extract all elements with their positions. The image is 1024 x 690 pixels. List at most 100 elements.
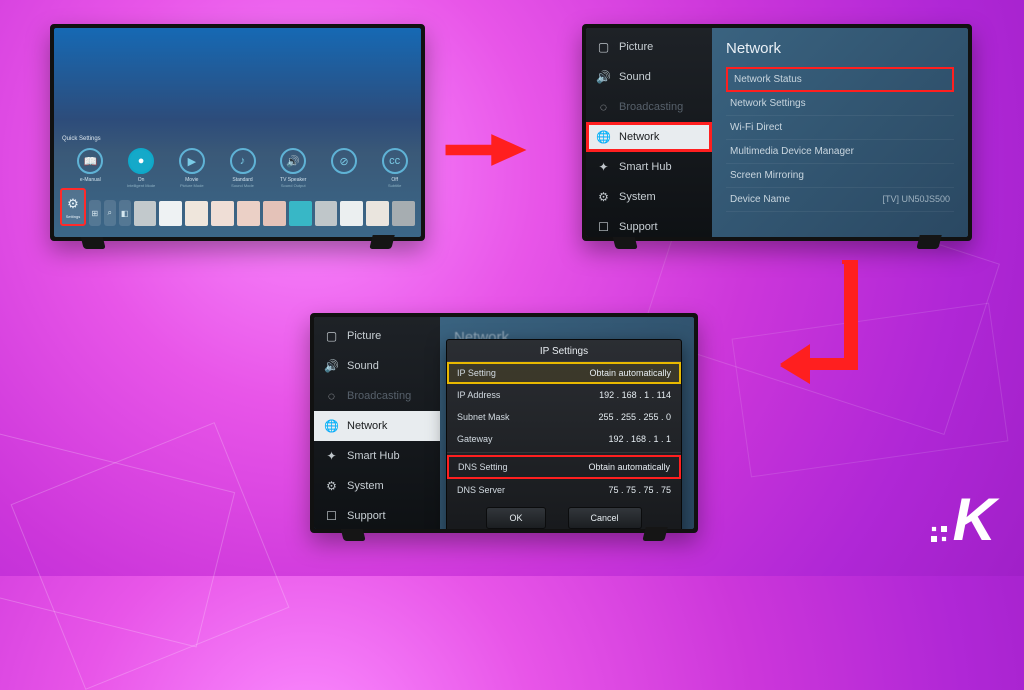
picture-icon: ▢ (596, 40, 611, 54)
ip-row-value: Obtain automatically (588, 462, 670, 472)
sidebar-item-sound[interactable]: 🔊 Sound (314, 351, 440, 381)
smart hub-icon: ✦ (324, 449, 339, 463)
ip-row-value: 75 . 75 . 75 . 75 (608, 485, 671, 495)
tv2-screen: ▢ Picture 🔊 Sound ◌Broadcasting🌐Network✦Smar… (586, 28, 968, 237)
gear-icon: ⚙ (67, 196, 79, 212)
cancel-button[interactable]: Cancel (568, 507, 642, 529)
app-tile[interactable] (392, 201, 415, 226)
sidebar-item-system[interactable]: ⚙System (314, 471, 440, 501)
app-tile[interactable] (340, 201, 363, 226)
mini-app-icon[interactable]: ◧ (119, 200, 131, 226)
settings-sidebar: ▢ Picture 🔊 Sound ◌Broadcasting🌐Network✦Smar… (586, 28, 712, 237)
qs-icon: ♪ (230, 148, 256, 174)
app-tile[interactable] (185, 201, 208, 226)
app-tile[interactable] (263, 201, 286, 226)
sidebar-item-network[interactable]: 🌐Network (586, 122, 712, 152)
ip-settings-dialog: IP Settings IP SettingObtain automatical… (446, 339, 682, 529)
sidebar-item-broadcasting: ◌Broadcasting (586, 92, 712, 122)
sidebar-item-smart-hub[interactable]: ✦Smart Hub (586, 152, 712, 182)
qs-icon: cc (382, 148, 408, 174)
sidebar-item-picture[interactable]: ▢ Picture (586, 32, 712, 62)
option-label: Device Name (730, 194, 790, 205)
sidebar-item-label: Sound (347, 360, 379, 372)
sidebar-item-label: Smart Hub (347, 450, 400, 462)
network-option-device-name[interactable]: Device Name [TV] UN50JS500 (726, 188, 954, 212)
sound-icon: 🔊 (324, 359, 339, 373)
app-tile[interactable] (289, 201, 312, 226)
network-option-network-settings[interactable]: Network Settings (726, 92, 954, 116)
app-tile[interactable] (366, 201, 389, 226)
sidebar-item-support[interactable]: ☐Support (586, 212, 712, 237)
ip-row-subnet-mask[interactable]: Subnet Mask255 . 255 . 255 . 0 (447, 406, 681, 428)
option-label: Screen Mirroring (730, 170, 804, 181)
logo-letter: K (953, 485, 994, 554)
ip-row-dns-setting[interactable]: DNS SettingObtain automatically (447, 455, 681, 479)
sidebar-item-label: Picture (619, 41, 653, 53)
sidebar-item-picture[interactable]: ▢Picture (314, 321, 440, 351)
quick-setting-item[interactable]: 🔊 TV Speaker Sound Output (275, 148, 312, 188)
quick-setting-item[interactable]: ▶ Movie Picture Mode (173, 148, 210, 188)
ip-row-label: Subnet Mask (457, 412, 510, 422)
ok-button[interactable]: OK (486, 507, 545, 529)
network-option-network-status[interactable]: Network Status (726, 67, 954, 92)
sidebar-item-label: Smart Hub (619, 161, 672, 173)
mini-search-icon[interactable]: ⌕ (104, 200, 116, 226)
network-option-screen-mirroring[interactable]: Screen Mirroring (726, 164, 954, 188)
network-pane: Network Network Status Network Settings Wi… (712, 28, 968, 237)
quick-setting-item[interactable]: 📖 e-Manual (72, 148, 109, 188)
option-label: Wi-Fi Direct (730, 122, 782, 133)
ip-row-value: 192 . 168 . 1 . 1 (608, 434, 671, 444)
mini-source-icon[interactable]: ⊞ (89, 200, 101, 226)
network-options-list: Network Status Network Settings Wi-Fi Dire… (726, 67, 954, 212)
sidebar-item-label: System (619, 191, 656, 203)
ip-row-dns-server[interactable]: DNS Server75 . 75 . 75 . 75 (447, 479, 681, 501)
option-label: Network Settings (730, 98, 806, 109)
app-tile[interactable] (237, 201, 260, 226)
sidebar-item-label: Broadcasting (619, 101, 683, 113)
ip-row-ip-setting[interactable]: IP SettingObtain automatically (447, 362, 681, 384)
ip-row-value: 192 . 168 . 1 . 114 (599, 390, 671, 400)
ip-row-gateway[interactable]: Gateway192 . 168 . 1 . 1 (447, 428, 681, 450)
settings-label: Settings (66, 214, 80, 219)
app-tile[interactable] (134, 201, 157, 226)
network-option-wi-fi-direct[interactable]: Wi-Fi Direct (726, 116, 954, 140)
home-tile-row: ⚙ Settings ⊞ ⌕ ◧ (60, 188, 415, 226)
sidebar-item-support[interactable]: ☐Support (314, 501, 440, 529)
sidebar-item-smart-hub[interactable]: ✦ Smart Hub (314, 441, 440, 471)
logo-dots-icon (931, 526, 947, 542)
support-icon: ☐ (596, 220, 611, 234)
quick-setting-item[interactable]: ● On Intelligent Mode (123, 148, 160, 188)
qs-icon: 📖 (77, 148, 103, 174)
app-tile[interactable] (315, 201, 338, 226)
sidebar-item-broadcasting: ◌Broadcasting (314, 381, 440, 411)
sidebar-item-sound[interactable]: 🔊 Sound (586, 62, 712, 92)
quick-settings-row: 📖 e-Manual ● On Intelligent Mode ▶ Movie … (72, 148, 413, 188)
qs-icon: 🔊 (280, 148, 306, 174)
tv-network-menu: ▢ Picture 🔊 Sound ◌Broadcasting🌐Network✦Smar… (582, 24, 972, 241)
qs-icon: ▶ (179, 148, 205, 174)
sound-icon: 🔊 (596, 70, 611, 84)
sidebar-item-system[interactable]: ⚙System (586, 182, 712, 212)
dialog-title: IP Settings (447, 340, 681, 362)
arrow-right-icon (442, 126, 530, 174)
option-label: Network Status (734, 74, 802, 85)
ip-row-value: Obtain automatically (589, 368, 671, 378)
app-tile[interactable] (159, 201, 182, 226)
settings-button[interactable]: ⚙ Settings (60, 188, 86, 226)
app-tile[interactable] (211, 201, 234, 226)
settings-sidebar: ▢Picture 🔊 Sound ◌Broadcasting🌐Network ✦ Smar… (314, 317, 440, 529)
pane-title: Network (726, 40, 954, 57)
sidebar-item-label: Sound (619, 71, 651, 83)
network-option-multimedia-device-manager[interactable]: Multimedia Device Manager (726, 140, 954, 164)
sidebar-item-label: Network (619, 131, 659, 143)
option-value: [TV] UN50JS500 (882, 194, 950, 205)
ip-row-label: IP Address (457, 390, 500, 400)
quick-setting-item[interactable]: cc Off Subtitle (376, 148, 413, 188)
ip-row-ip-address[interactable]: IP Address 192 . 168 . 1 . 114 (447, 384, 681, 406)
qs-icon: ● (128, 148, 154, 174)
broadcasting-icon: ◌ (324, 389, 339, 403)
sidebar-item-network[interactable]: 🌐Network (314, 411, 440, 441)
quick-setting-item[interactable]: ♪ Standard Sound Mode (224, 148, 261, 188)
quick-setting-item[interactable]: ⊘ (326, 148, 363, 188)
system-icon: ⚙ (324, 479, 339, 493)
